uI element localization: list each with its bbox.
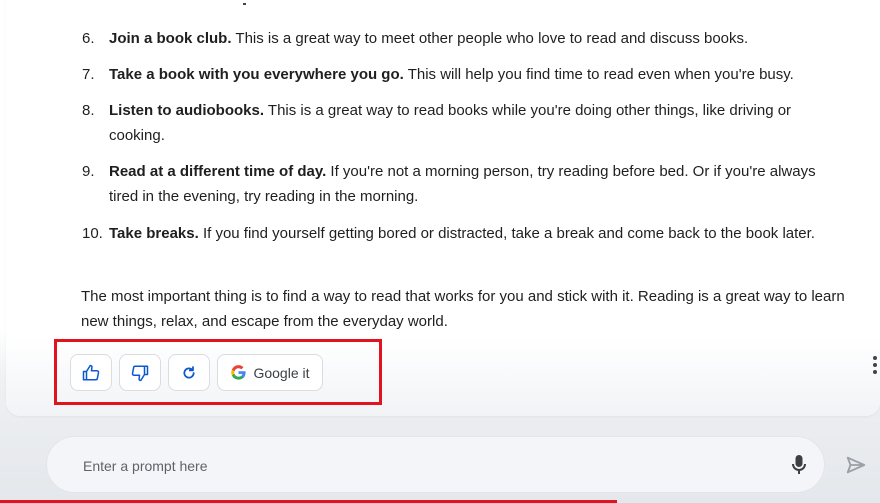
list-item-body: This is a great way to meet other people… bbox=[231, 30, 749, 47]
list-item: 7. Take a book with you everywhere you g… bbox=[82, 62, 839, 87]
microphone-button[interactable] bbox=[788, 452, 810, 478]
list-item: 8. Listen to audiobooks. This is a great… bbox=[82, 98, 839, 148]
list-item-number: 8. bbox=[82, 102, 95, 119]
list-item-number: 6. bbox=[82, 30, 95, 47]
list-item-heading: Listen to audiobooks. bbox=[109, 102, 265, 119]
list-item-text: Listen to audiobooks. This is a great wa… bbox=[109, 98, 839, 148]
list-item-heading: Read at a different time of day. bbox=[109, 163, 327, 180]
send-icon bbox=[846, 456, 866, 474]
list-item: 10. Take breaks. If you find yourself ge… bbox=[82, 221, 839, 246]
microphone-icon bbox=[792, 455, 806, 474]
list-item-heading: Take breaks. bbox=[109, 225, 199, 242]
prompt-input[interactable] bbox=[83, 456, 723, 476]
list-item-heading: Join a book club. bbox=[109, 30, 232, 47]
more-options-icon[interactable] bbox=[872, 356, 878, 376]
list-item-number: 10. bbox=[82, 225, 103, 242]
send-button[interactable] bbox=[845, 454, 867, 476]
list-item-body: If you find yourself getting bored or di… bbox=[198, 225, 815, 242]
list-item-heading: Take a book with you everywhere you go. bbox=[109, 66, 404, 83]
prompt-bar bbox=[46, 436, 825, 493]
list-item-number: 9. bbox=[82, 163, 95, 180]
clipped-text-fragment bbox=[243, 3, 246, 5]
conclusion-paragraph: The most important thing is to find a wa… bbox=[81, 288, 845, 330]
list-item-text: Take a book with you everywhere you go. … bbox=[109, 62, 839, 87]
list-item: 9. Read at a different time of day. If y… bbox=[82, 159, 819, 209]
highlight-box bbox=[54, 339, 382, 405]
list-item-text: Join a book club. This is a great way to… bbox=[109, 26, 839, 51]
list-item: 6. Join a book club. This is a great way… bbox=[82, 26, 839, 51]
list-item-text: Read at a different time of day. If you'… bbox=[109, 159, 819, 209]
list-item-number: 7. bbox=[82, 66, 95, 83]
list-item-body: This will help you find time to read eve… bbox=[403, 66, 794, 83]
list-item-text: Take breaks. If you find yourself gettin… bbox=[109, 221, 839, 246]
